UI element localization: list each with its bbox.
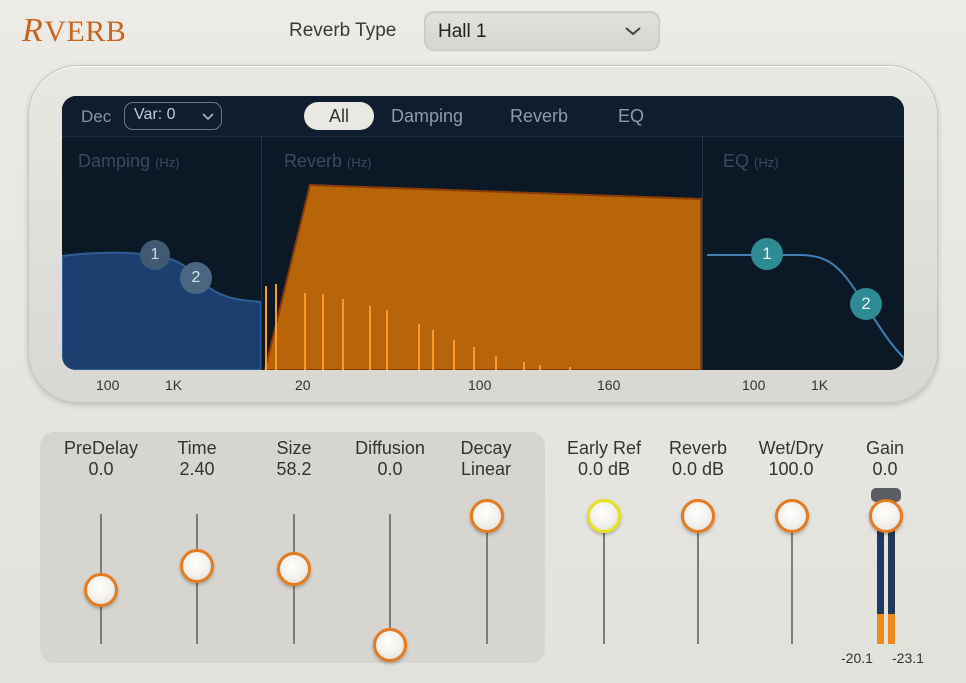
- reverb-level-slider-track[interactable]: [697, 514, 699, 644]
- time-label: Time: [177, 438, 217, 458]
- diffusion-label: Diffusion: [355, 438, 425, 458]
- wet-dry-control: Wet/Dry 100.0: [743, 438, 839, 480]
- reverb-level-label: Reverb: [668, 438, 728, 458]
- gain-value: 0.0: [872, 459, 898, 479]
- predelay-label: PreDelay: [63, 438, 139, 458]
- eq-node-1[interactable]: 1: [751, 238, 783, 270]
- damping-section-title: Damping (Hz): [78, 151, 180, 171]
- reverb-level-value: 0.0 dB: [671, 459, 725, 479]
- damping-node-1[interactable]: 1: [140, 240, 170, 270]
- damping-curve: [62, 251, 262, 370]
- size-control: Size 58.2: [246, 438, 342, 480]
- axis-tick-label: 1K: [165, 377, 183, 393]
- time-value: 2.40: [179, 459, 215, 479]
- panel-divider: [702, 136, 703, 370]
- decay-control: Decay Linear: [438, 438, 534, 480]
- diffusion-slider-track[interactable]: [389, 514, 391, 644]
- logo-text: VERB: [44, 15, 127, 48]
- graph-display: Dec Var: 0 All Damping Reverb EQ Damping…: [62, 96, 904, 370]
- axis-tick-label: 160: [597, 377, 621, 393]
- diffusion-slider-knob[interactable]: [373, 628, 407, 662]
- reverb-envelope: [263, 183, 702, 370]
- early-ref-slider-knob[interactable]: [587, 499, 621, 533]
- meter-peak-right: -23.1: [892, 650, 924, 666]
- predelay-value: 0.0: [88, 459, 114, 479]
- decay-slider-track[interactable]: [486, 514, 488, 644]
- reverb-level-control: Reverb 0.0 dB: [650, 438, 746, 480]
- time-control: Time 2.40: [149, 438, 245, 480]
- size-value: 58.2: [276, 459, 312, 479]
- chevron-down-icon: [625, 27, 641, 36]
- wet-dry-value: 100.0: [768, 459, 814, 479]
- logo-initial: R: [22, 12, 44, 49]
- diffusion-control: Diffusion 0.0: [342, 438, 438, 480]
- early-ref-slider-track[interactable]: [603, 514, 605, 644]
- output-meter-right: [888, 530, 895, 644]
- panel-divider: [261, 136, 262, 370]
- reverb-type-value: Hall 1: [438, 21, 487, 42]
- axis-tick-label: 100: [96, 377, 120, 393]
- size-label: Size: [276, 438, 312, 458]
- output-meter-left: [877, 530, 884, 644]
- predelay-control: PreDelay 0.0: [53, 438, 149, 480]
- plugin-logo: RVERB: [22, 12, 126, 50]
- gain-slider-knob[interactable]: [869, 499, 903, 533]
- decay-label: Decay: [460, 438, 512, 458]
- wet-dry-slider-knob[interactable]: [775, 499, 809, 533]
- reverb-type-label: Reverb Type: [289, 20, 397, 41]
- meter-peak-left: -20.1: [841, 650, 873, 666]
- gain-label: Gain: [865, 438, 905, 458]
- early-ref-control: Early Ref 0.0 dB: [556, 438, 652, 480]
- axis-tick-label: 20: [295, 377, 311, 393]
- axis-tick-label: 100: [468, 377, 492, 393]
- predelay-slider-knob[interactable]: [84, 572, 118, 607]
- eq-section-title: EQ (Hz): [723, 151, 779, 171]
- reverb-type-dropdown[interactable]: Hall 1: [424, 11, 660, 51]
- axis-tick-label: 1K: [811, 377, 829, 393]
- wet-dry-slider-track[interactable]: [791, 514, 793, 644]
- damping-node-2[interactable]: 2: [180, 262, 212, 294]
- gain-control: Gain 0.0: [837, 438, 933, 480]
- decay-value: Linear: [460, 459, 512, 479]
- reverb-section-title: Reverb (Hz): [284, 151, 372, 171]
- size-slider-knob[interactable]: [277, 551, 311, 586]
- reverb-level-slider-knob[interactable]: [681, 499, 715, 533]
- wet-dry-label: Wet/Dry: [758, 438, 824, 458]
- early-ref-label: Early Ref: [566, 438, 642, 458]
- eq-node-2[interactable]: 2: [850, 288, 882, 320]
- early-ref-value: 0.0 dB: [577, 459, 631, 479]
- diffusion-value: 0.0: [377, 459, 403, 479]
- response-graph: [62, 183, 904, 370]
- decay-slider-knob[interactable]: [470, 499, 504, 533]
- axis-tick-label: 100: [742, 377, 766, 393]
